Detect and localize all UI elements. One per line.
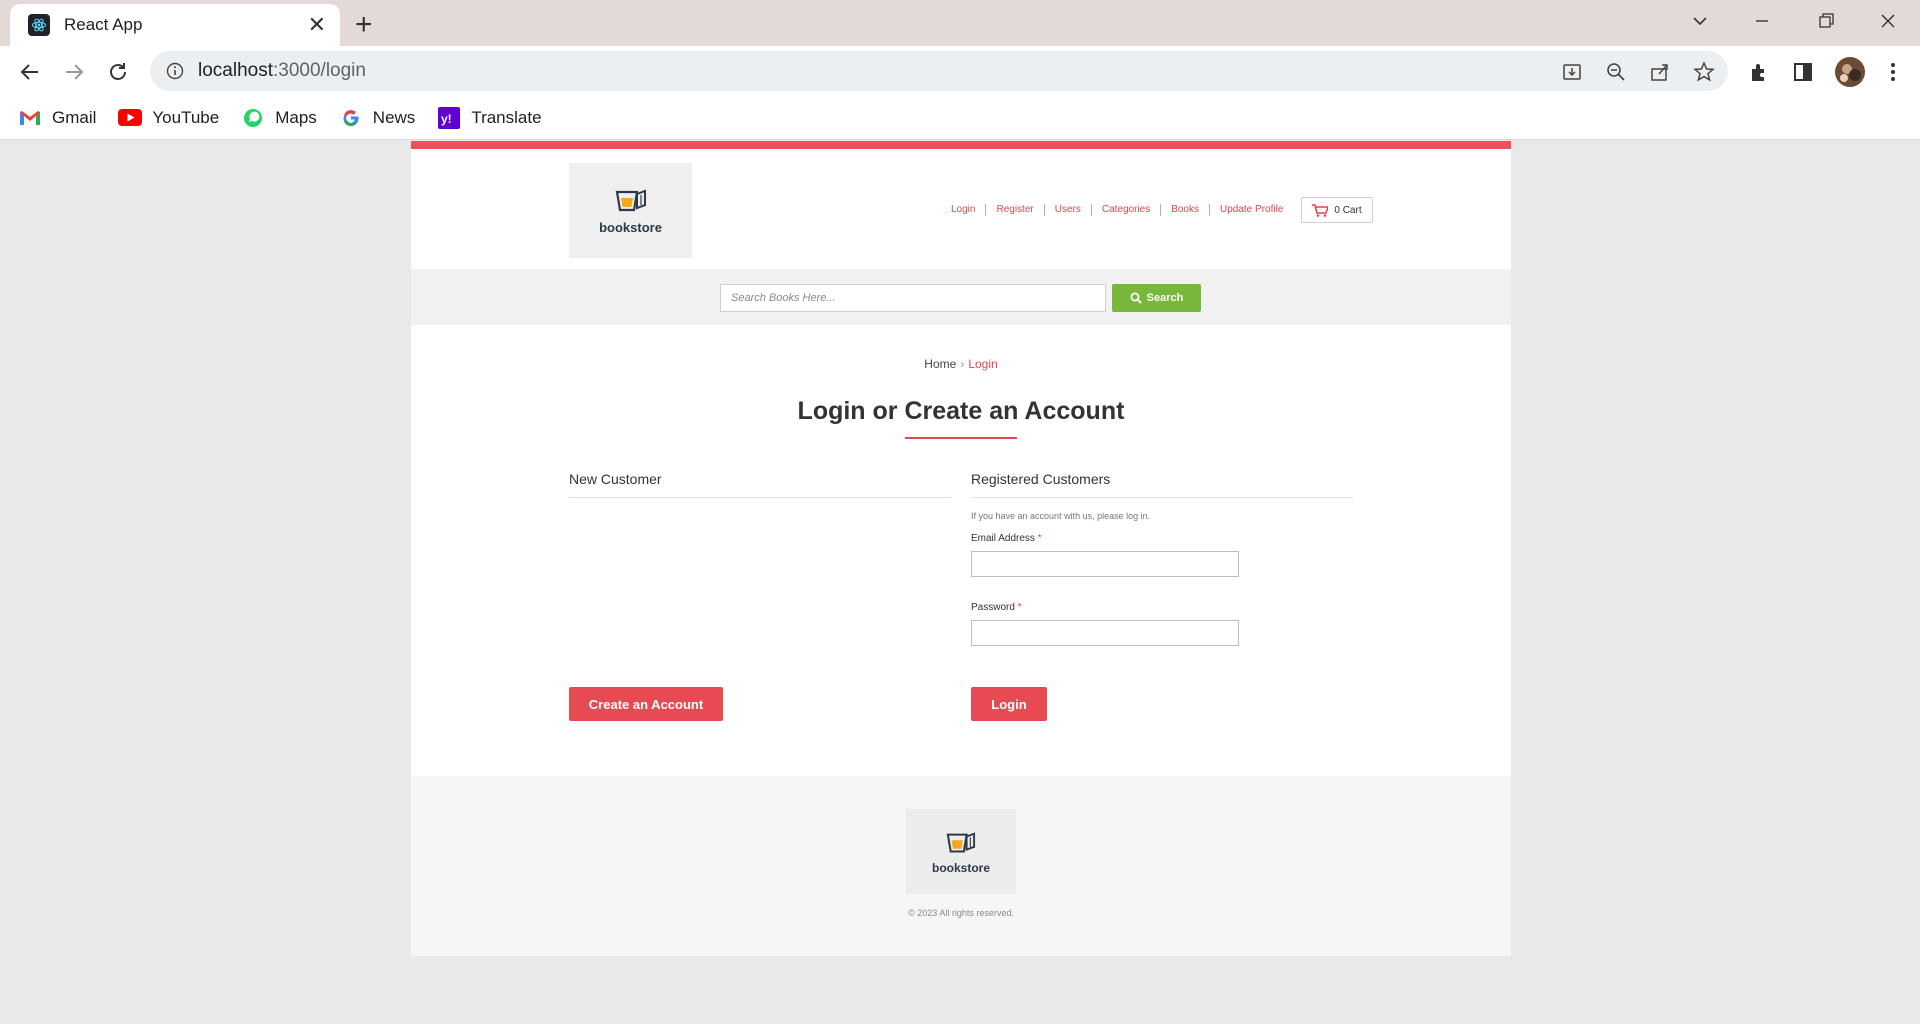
url-path: :3000/login xyxy=(273,60,366,81)
youtube-icon xyxy=(118,107,143,129)
breadcrumb-separator: › xyxy=(960,357,965,371)
shopping-cart-icon xyxy=(1312,203,1329,217)
footer-logo[interactable]: bookstore xyxy=(906,809,1016,894)
email-label: Email Address * xyxy=(971,533,1042,544)
registered-customers-divider xyxy=(971,497,1353,498)
browser-menu-icon[interactable] xyxy=(1880,59,1906,85)
site-logo[interactable]: bookstore xyxy=(569,163,692,258)
email-label-text: Email Address xyxy=(971,533,1035,544)
nav-login-link[interactable]: Login xyxy=(941,204,987,216)
required-mark: * xyxy=(1037,533,1042,544)
share-icon[interactable] xyxy=(1648,60,1672,84)
url-host: localhost xyxy=(198,60,273,81)
nav-update-profile-link[interactable]: Update Profile xyxy=(1210,204,1293,216)
browser-tab[interactable]: React App ✕ xyxy=(10,4,340,46)
password-field[interactable] xyxy=(971,620,1239,646)
cart-button[interactable]: 0 Cart xyxy=(1301,197,1373,223)
required-mark: * xyxy=(1017,602,1022,613)
react-favicon-icon xyxy=(28,14,50,36)
maps-icon xyxy=(241,107,265,129)
extensions-puzzle-icon[interactable] xyxy=(1746,59,1772,85)
search-bar: Search xyxy=(411,269,1511,325)
nav-register-link[interactable]: Register xyxy=(986,204,1045,216)
email-field[interactable] xyxy=(971,551,1239,577)
bookmark-star-icon[interactable] xyxy=(1692,60,1716,84)
bookmark-label: Maps xyxy=(275,107,317,127)
bookstore-page: bookstore Login Register Users Categorie… xyxy=(411,141,1511,956)
bookmark-news[interactable]: News xyxy=(339,107,416,129)
top-accent-bar xyxy=(411,141,1511,149)
bookmark-gmail[interactable]: Gmail xyxy=(18,107,96,129)
logo-text: bookstore xyxy=(599,220,662,235)
title-underline xyxy=(905,437,1017,439)
new-customer-heading: New Customer xyxy=(569,471,662,487)
footer-logo-text: bookstore xyxy=(931,860,990,875)
browser-toolbar: localhost:3000/login xyxy=(0,46,1920,96)
back-arrow-icon[interactable] xyxy=(14,56,46,88)
bookmarks-bar: Gmail YouTube Maps News y! Translate xyxy=(0,96,1920,140)
minimize-icon[interactable] xyxy=(1742,6,1782,36)
yahoo-translate-icon: y! xyxy=(437,106,461,129)
breadcrumb-current: Login xyxy=(968,357,998,371)
bookmark-maps[interactable]: Maps xyxy=(241,107,317,129)
registered-customers-heading: Registered Customers xyxy=(971,471,1111,487)
tab-title: React App xyxy=(64,15,143,34)
svg-text:y!: y! xyxy=(441,112,452,126)
gmail-icon xyxy=(18,107,42,129)
google-news-icon xyxy=(339,107,363,129)
new-tab-button[interactable]: + xyxy=(355,8,373,42)
side-panel-icon[interactable] xyxy=(1790,59,1816,85)
copyright-text: © 2023 All rights reserved. xyxy=(908,908,1014,918)
bookmark-translate[interactable]: y! Translate xyxy=(437,106,542,129)
address-bar[interactable]: localhost:3000/login xyxy=(150,51,1728,91)
url-text: localhost:3000/login xyxy=(198,60,366,82)
bookmark-label: Translate xyxy=(471,107,542,127)
install-app-icon[interactable] xyxy=(1560,60,1584,84)
search-input[interactable] xyxy=(720,284,1106,312)
create-account-button[interactable]: Create an Account xyxy=(569,687,723,721)
page-title: Login or Create an Account xyxy=(797,397,1125,425)
new-customer-divider xyxy=(569,497,951,498)
cart-label: 0 Cart xyxy=(1334,204,1362,216)
password-label-text: Password xyxy=(971,602,1015,613)
bookmark-label: Gmail xyxy=(52,107,97,127)
login-hint-text: If you have an account with us, please l… xyxy=(971,511,1151,521)
site-info-icon[interactable] xyxy=(166,62,184,80)
zoom-out-icon[interactable] xyxy=(1604,60,1628,84)
window-close-icon[interactable] xyxy=(1868,6,1908,36)
tab-close-icon[interactable]: ✕ xyxy=(308,12,326,38)
nav-categories-link[interactable]: Categories xyxy=(1092,204,1162,216)
forward-arrow-icon[interactable] xyxy=(58,56,90,88)
search-button[interactable]: Search xyxy=(1112,284,1201,312)
nav-books-link[interactable]: Books xyxy=(1161,204,1210,216)
bookmark-youtube[interactable]: YouTube xyxy=(118,107,219,129)
password-label: Password * xyxy=(971,602,1022,613)
login-button[interactable]: Login xyxy=(971,687,1047,721)
top-navigation: Login Register Users Categories Books Up… xyxy=(941,197,1373,223)
bookmark-label: YouTube xyxy=(152,107,220,127)
nav-users-link[interactable]: Users xyxy=(1045,204,1092,216)
bookmark-label: News xyxy=(372,107,416,127)
breadcrumb-home-link[interactable]: Home xyxy=(924,357,956,371)
reload-icon[interactable] xyxy=(102,56,134,88)
bookstore-logo-icon xyxy=(615,189,646,212)
breadcrumb: Home › Login xyxy=(411,357,1511,371)
tab-search-chevron-icon[interactable] xyxy=(1680,6,1720,36)
search-icon xyxy=(1130,292,1142,304)
restore-icon[interactable] xyxy=(1806,6,1846,36)
bookstore-logo-icon xyxy=(946,831,976,853)
browser-tab-strip: React App ✕ + xyxy=(0,0,1920,46)
search-button-label: Search xyxy=(1146,292,1184,304)
profile-avatar[interactable] xyxy=(1834,56,1866,88)
